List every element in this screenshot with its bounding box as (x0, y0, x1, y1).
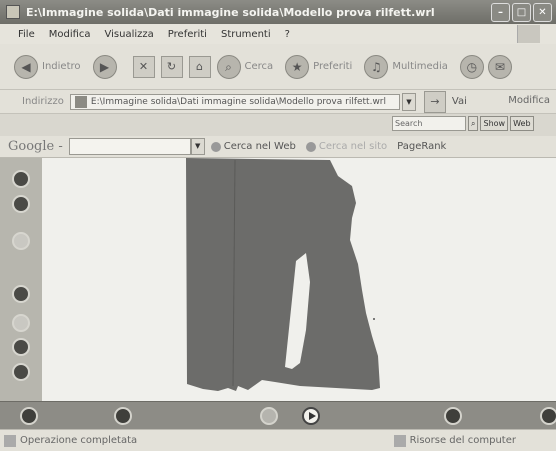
pagerank-indicator: PageRank (397, 141, 447, 152)
straighten-icon[interactable] (444, 407, 462, 425)
menu-preferiti[interactable]: Preferiti (168, 29, 207, 40)
computer-icon (393, 434, 406, 447)
address-bar: Indirizzo E:\Immagine solida\Dati immagi… (0, 90, 556, 114)
multimedia-button[interactable]: ♫ Multimedia (364, 54, 448, 79)
menu-visualizza[interactable]: Visualizza (105, 29, 154, 40)
turn-icon[interactable] (12, 232, 30, 250)
window-title: E:\Immagine solida\Dati immagine solida\… (26, 5, 435, 19)
history-icon[interactable]: ◷ (459, 54, 484, 79)
search-widget-input[interactable]: Search (392, 116, 466, 131)
maximize-icon[interactable]: □ (512, 3, 531, 22)
vrml-left-panel (0, 158, 42, 401)
minimize-icon[interactable]: – (491, 3, 510, 22)
favorites-button[interactable]: ★ Preferiti (285, 54, 352, 79)
title-bar: E:\Immagine solida\Dati immagine solida\… (0, 0, 556, 24)
go-button[interactable]: → Vai (423, 90, 467, 113)
menu-modifica[interactable]: Modifica (49, 29, 91, 40)
search-icon: ⌕ (216, 54, 241, 79)
google-toolbar: Google - ▼ Cerca nel Web Cerca nel sito … (0, 136, 556, 158)
address-label: Indirizzo (22, 96, 64, 107)
search-site-button[interactable]: Cerca nel sito (305, 141, 387, 152)
search-widget: Search ⌕ Show Web (392, 116, 534, 131)
roll-icon[interactable] (12, 285, 30, 303)
scanned-model-surface (186, 158, 380, 391)
toolbar: ◀ Indietro ▶ ✕ ↻ ⌂ ⌕ Cerca ★ Preferiti ♫… (0, 44, 556, 90)
search-widget-magnifier-icon[interactable]: ⌕ (468, 116, 479, 131)
status-right: Risorse del computer (393, 434, 516, 447)
google-logo[interactable]: Google - (8, 139, 63, 154)
binoculars-icon (210, 141, 221, 152)
window-controls: – □ ✕ (491, 3, 552, 22)
zone-text: Risorse del computer (409, 435, 516, 446)
status-left: Operazione completata (4, 434, 138, 447)
speck (373, 318, 375, 320)
menu-file[interactable]: File (18, 29, 35, 40)
google-dropdown-icon[interactable]: ▼ (190, 138, 205, 155)
modify-link[interactable]: Modifica (508, 95, 550, 106)
search-web-button[interactable]: Cerca nel Web (210, 141, 296, 152)
restore-view-icon[interactable] (114, 407, 132, 425)
back-button[interactable]: ◀ Indietro (14, 54, 81, 79)
site-search-icon (305, 141, 316, 152)
walk-icon[interactable] (12, 170, 30, 188)
stop-icon[interactable]: ✕ (132, 55, 155, 78)
back-arrow-icon: ◀ (14, 54, 38, 79)
star-icon: ★ (285, 54, 310, 79)
home-icon[interactable]: ⌂ (188, 55, 211, 78)
go-arrow-icon: → (423, 90, 446, 113)
refresh-icon[interactable]: ↻ (160, 55, 183, 78)
address-value: E:\Immagine solida\Dati immagine solida\… (90, 96, 387, 107)
search-web-button[interactable]: Web (510, 116, 534, 131)
address-input[interactable]: E:\Immagine solida\Dati immagine solida\… (69, 93, 400, 110)
menu-bar: File Modifica Visualizza Preferiti Strum… (0, 24, 556, 44)
file-icon (74, 95, 87, 108)
page-done-icon (4, 434, 16, 447)
vrml-viewport[interactable] (0, 158, 556, 401)
windows-logo-icon (517, 25, 540, 43)
viewpoint-icon[interactable] (20, 407, 38, 425)
study-icon[interactable] (12, 338, 30, 356)
forward-button[interactable]: ▶ (92, 54, 121, 79)
app-icon (6, 5, 20, 19)
zoom-icon[interactable] (12, 363, 30, 381)
pan-icon[interactable] (12, 195, 30, 213)
mail-icon[interactable]: ✉ (487, 54, 512, 79)
search-button[interactable]: ⌕ Cerca (216, 54, 273, 79)
status-bar: Operazione completata Risorse del comput… (0, 429, 556, 451)
menu-help[interactable]: ? (285, 29, 290, 40)
menu-strumenti[interactable]: Strumenti (221, 29, 271, 40)
next-viewpoint-icon[interactable] (302, 407, 320, 425)
goto-icon[interactable] (12, 314, 30, 332)
3d-model-render (42, 158, 556, 401)
forward-arrow-icon: ▶ (92, 54, 117, 79)
status-text: Operazione completata (20, 435, 138, 446)
vrml-navigation-bar (0, 401, 556, 430)
search-show-button[interactable]: Show (480, 116, 509, 131)
settings-icon[interactable] (540, 407, 556, 425)
address-dropdown-icon[interactable]: ▼ (401, 92, 416, 111)
media-icon: ♫ (364, 54, 389, 79)
previous-viewpoint-icon[interactable] (260, 407, 278, 425)
close-icon[interactable]: ✕ (533, 3, 552, 22)
google-search-input[interactable] (68, 138, 191, 155)
